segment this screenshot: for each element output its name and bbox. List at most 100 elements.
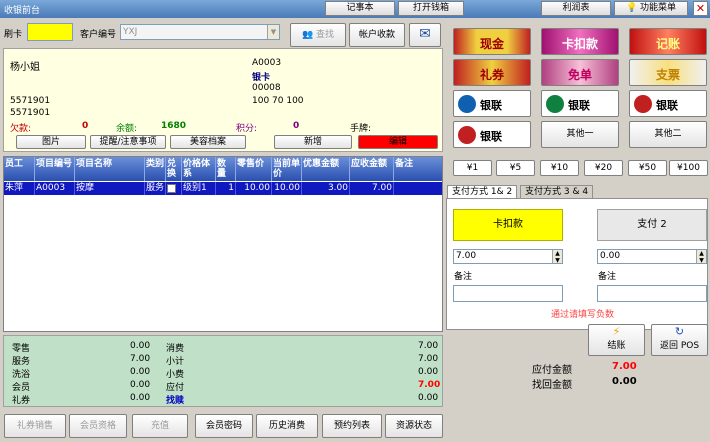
pay-method-1-button[interactable]: 卡扣款	[453, 209, 563, 241]
cash-1-button[interactable]: ¥1	[453, 160, 492, 176]
table-cell[interactable]	[394, 182, 442, 195]
exchange-checkbox[interactable]	[167, 184, 176, 193]
summary-value: 7.00	[130, 354, 151, 364]
table-cell[interactable]: 服务	[145, 182, 166, 195]
member-card-type: 银卡	[252, 73, 271, 83]
card-input[interactable]	[27, 23, 73, 41]
col-header[interactable]: 备注	[394, 157, 442, 181]
function-menu-button[interactable]: 💡 功能菜单	[614, 1, 688, 16]
reminder-button[interactable]: 提醒/注意事项	[90, 135, 166, 149]
member-number: 00008	[252, 83, 281, 93]
remark-1-input[interactable]	[453, 285, 563, 302]
summary-label: 服务	[12, 357, 31, 367]
payable-value: 7.00	[612, 361, 637, 372]
search-button[interactable]: 👥 查找	[290, 23, 346, 47]
cash-payment-button[interactable]: 现金	[453, 28, 531, 55]
unionpay-button-4[interactable]: 银联	[453, 121, 531, 148]
payable-label: 应付金额	[532, 365, 572, 376]
resource-status-button[interactable]: 资源状态	[385, 414, 443, 438]
col-header[interactable]: 员工	[4, 157, 35, 181]
summary-label: 应付	[166, 383, 185, 393]
users-icon: 👥	[301, 30, 314, 40]
checkout-button[interactable]: ⚡ 结账	[588, 324, 645, 356]
pay-method-2-button[interactable]: 支付 2	[597, 209, 707, 241]
hand-label: 手牌:	[350, 124, 372, 134]
cash-100-button[interactable]: ¥100	[669, 160, 708, 176]
col-header[interactable]: 兑换	[166, 157, 182, 181]
other-one-button[interactable]: 其他一	[541, 121, 619, 148]
refresh-icon: ↻	[674, 325, 685, 338]
table-cell[interactable]: 级别1	[182, 182, 216, 195]
unionpay-button-1[interactable]: 银联	[453, 90, 531, 117]
summary-value: 0.00	[418, 393, 439, 403]
summary-value: 0.00	[130, 380, 151, 390]
cash-10-button[interactable]: ¥10	[540, 160, 579, 176]
cash-20-button[interactable]: ¥20	[584, 160, 623, 176]
coupon-sale-button[interactable]: 礼券销售	[4, 414, 66, 438]
summary-label: 礼券	[12, 396, 31, 406]
recharge-button[interactable]: 充值	[132, 414, 188, 438]
envelope-icon[interactable]: ✉	[409, 23, 441, 47]
table-cell[interactable]: A0003	[35, 182, 75, 195]
photo-button[interactable]: 图片	[16, 135, 86, 149]
beauty-record-button[interactable]: 美容档案	[170, 135, 246, 149]
table-cell[interactable]: 按摩	[75, 182, 145, 195]
cash-5-button[interactable]: ¥5	[496, 160, 535, 176]
bank-logo-icon	[634, 95, 652, 113]
notepad-button[interactable]: 记事本	[325, 1, 395, 16]
edit-member-button[interactable]: 编辑	[358, 135, 438, 149]
pay-amount-2-input[interactable]: 0.00 ▲ ▼	[597, 249, 707, 264]
pay-amount-1-input[interactable]: 7.00 ▲ ▼	[453, 249, 563, 264]
summary-panel: 零售 0.00 服务 7.00 洗浴 0.00 会员 0.00 礼券 0.00 …	[3, 335, 443, 407]
points-label: 积分:	[236, 124, 258, 134]
col-header[interactable]: 应收金额	[350, 157, 394, 181]
col-header[interactable]: 项目编号	[35, 157, 75, 181]
member-qualification-button[interactable]: 会员资格	[69, 414, 127, 438]
open-drawer-button[interactable]: 打开钱箱	[398, 1, 464, 16]
summary-label: 零售	[12, 344, 31, 354]
col-header[interactable]: 价格体系	[182, 157, 216, 181]
cheque-payment-button[interactable]: 支票	[629, 59, 707, 86]
member-code: A0003	[252, 58, 282, 68]
close-icon[interactable]: ✕	[693, 1, 708, 16]
cash-50-button[interactable]: ¥50	[628, 160, 667, 176]
remark-2-input[interactable]	[597, 285, 707, 302]
free-order-payment-button[interactable]: 免单	[541, 59, 619, 86]
member-password-button[interactable]: 会员密码	[195, 414, 253, 438]
pay-hint: 通过请填写负数	[551, 310, 615, 320]
table-cell[interactable]: 10.00	[236, 182, 272, 195]
profit-table-button[interactable]: 利润表	[541, 1, 611, 16]
col-header[interactable]: 零售价	[236, 157, 272, 181]
col-header[interactable]: 数量	[216, 157, 236, 181]
unionpay-button-2[interactable]: 银联	[541, 90, 619, 117]
col-header[interactable]: 当前单价	[272, 157, 302, 181]
col-header[interactable]: 项目名称	[75, 157, 145, 181]
other-two-button[interactable]: 其他二	[629, 121, 707, 148]
history-button[interactable]: 历史消费	[256, 414, 318, 438]
pay-panel: 卡扣款 支付 2 7.00 ▲ ▼ 0.00 ▲ ▼ 备注 备注 通过请填写负数	[446, 198, 708, 330]
items-table[interactable]: 员工 项目编号 项目名称 类别 兑换 价格体系 数量 零售价 当前单价 优惠金额…	[3, 156, 443, 332]
spinner-icon[interactable]: ▲ ▼	[552, 250, 562, 263]
coupon-payment-button[interactable]: 礼券	[453, 59, 531, 86]
table-cell[interactable]	[166, 182, 182, 195]
card-deduct-payment-button[interactable]: 卡扣款	[541, 28, 619, 55]
back-pos-button[interactable]: ↻ 返回 POS	[651, 324, 708, 356]
on-account-payment-button[interactable]: 记账	[629, 28, 707, 55]
tab-pay-1-2[interactable]: 支付方式 1& 2	[447, 185, 518, 199]
table-cell[interactable]: 朱萍	[4, 182, 35, 195]
table-cell[interactable]: 3.00	[302, 182, 350, 195]
spinner-icon[interactable]: ▲ ▼	[696, 250, 706, 263]
member-name: 杨小姐	[10, 62, 40, 73]
add-member-button[interactable]: 新增	[274, 135, 352, 149]
col-header[interactable]: 类别	[145, 157, 166, 181]
customer-id-select[interactable]: YXJ ▼	[120, 24, 280, 40]
table-cell[interactable]: 7.00	[350, 182, 394, 195]
account-pay-button[interactable]: 帐户收款	[349, 23, 405, 47]
col-header[interactable]: 优惠金额	[302, 157, 350, 181]
chevron-down-icon[interactable]: ▼	[267, 25, 279, 39]
tab-pay-3-4[interactable]: 支付方式 3 & 4	[520, 185, 594, 199]
booking-list-button[interactable]: 预约列表	[322, 414, 382, 438]
table-cell[interactable]: 1	[216, 182, 236, 195]
table-cell[interactable]: 10.00	[272, 182, 302, 195]
unionpay-button-3[interactable]: 银联	[629, 90, 707, 117]
